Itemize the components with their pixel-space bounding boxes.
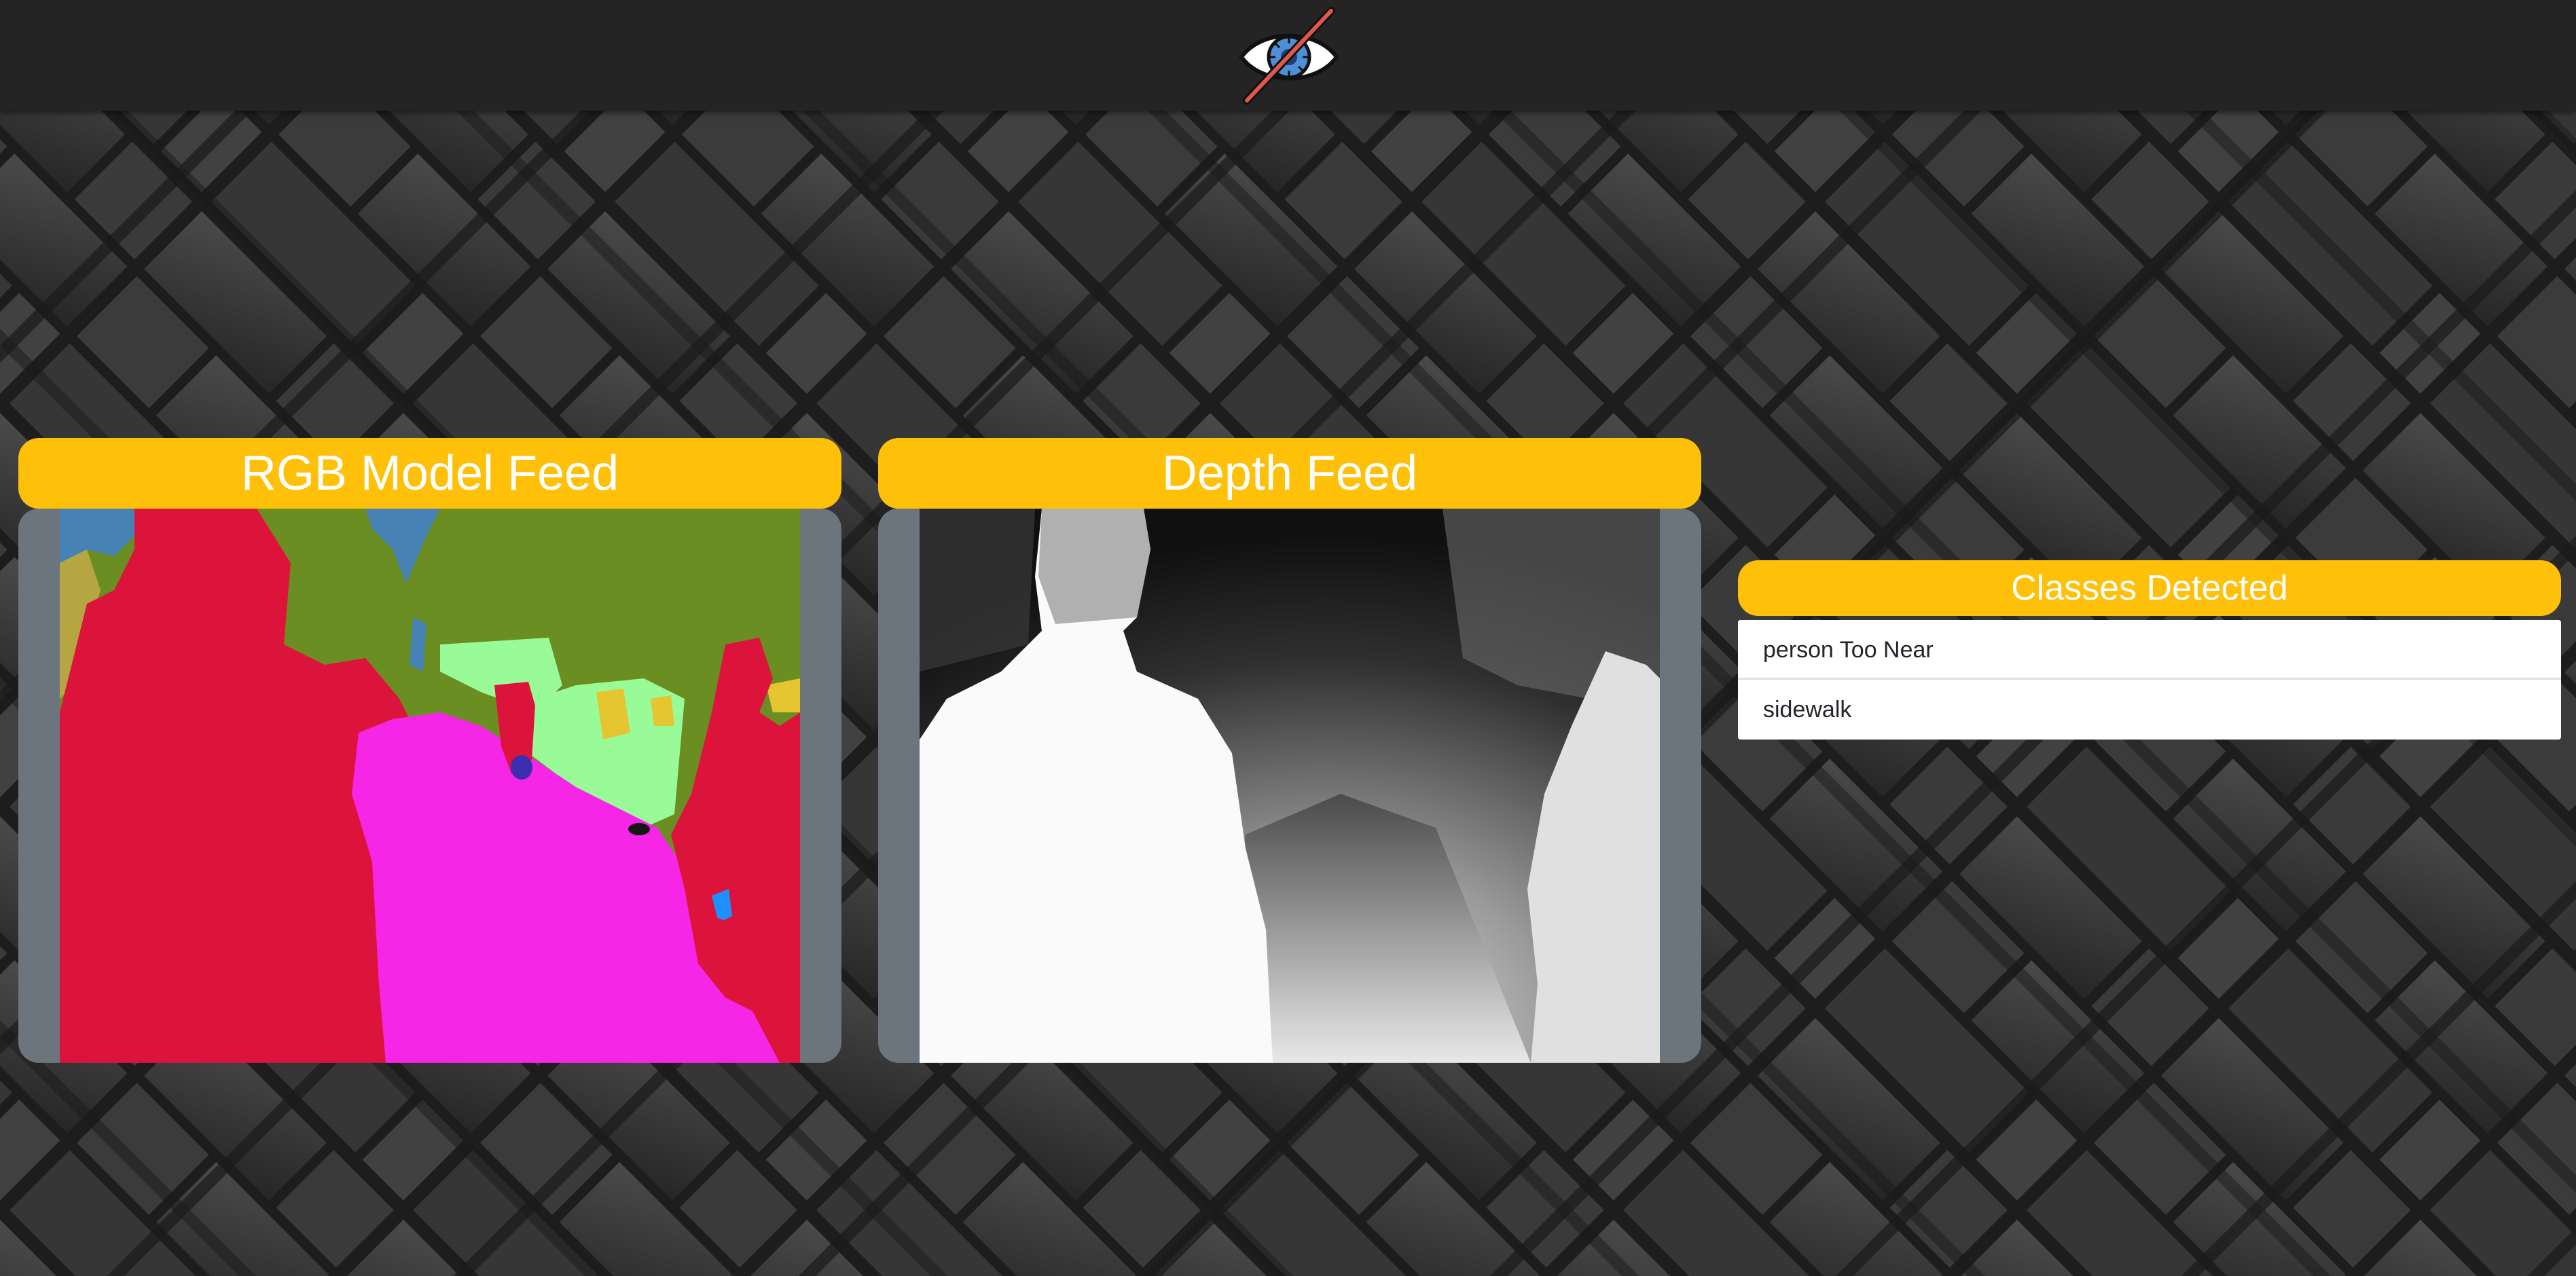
rgb-feed-title: RGB Model Feed (18, 438, 841, 509)
top-navbar (0, 0, 2576, 111)
depth-map-image (920, 509, 1660, 1063)
classes-list: person Too Near sidewalk (1738, 620, 2561, 740)
depth-feed-title: Depth Feed (878, 438, 1701, 509)
eye-slash-icon (1236, 5, 1342, 106)
segmentation-image (60, 509, 800, 1063)
class-item-sidewalk: sidewalk (1738, 680, 2561, 740)
depth-feed-panel: Depth Feed (878, 438, 1701, 1063)
rgb-feed-frame (18, 509, 841, 1063)
depth-feed-frame (878, 509, 1701, 1063)
classes-detected-title: Classes Detected (1738, 560, 2561, 616)
class-item-person-too-near: person Too Near (1738, 620, 2561, 680)
rgb-feed-panel: RGB Model Feed (18, 438, 841, 1063)
classes-detected-panel: Classes Detected person Too Near sidewal… (1738, 560, 2561, 744)
